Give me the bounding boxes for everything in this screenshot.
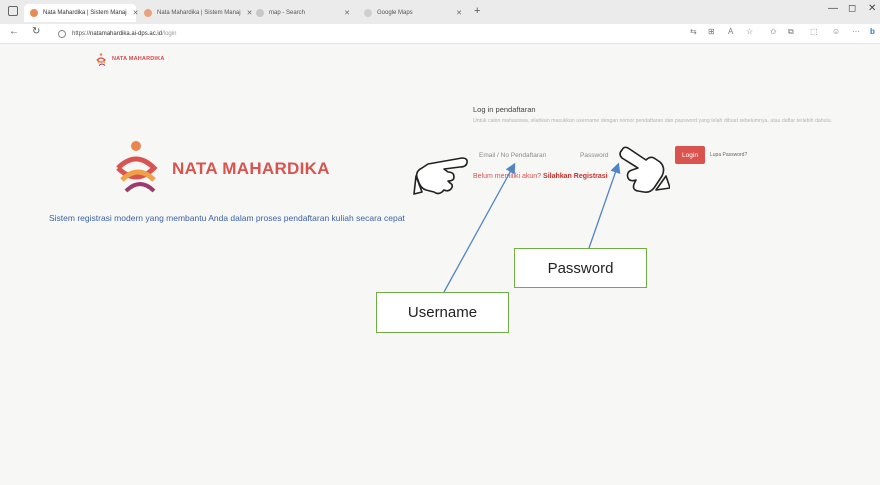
password-annotation: Password <box>514 248 647 288</box>
username-arrow <box>443 162 516 293</box>
annotation-arrows <box>443 162 621 293</box>
username-annotation: Username <box>376 292 509 333</box>
password-arrow <box>588 162 621 249</box>
